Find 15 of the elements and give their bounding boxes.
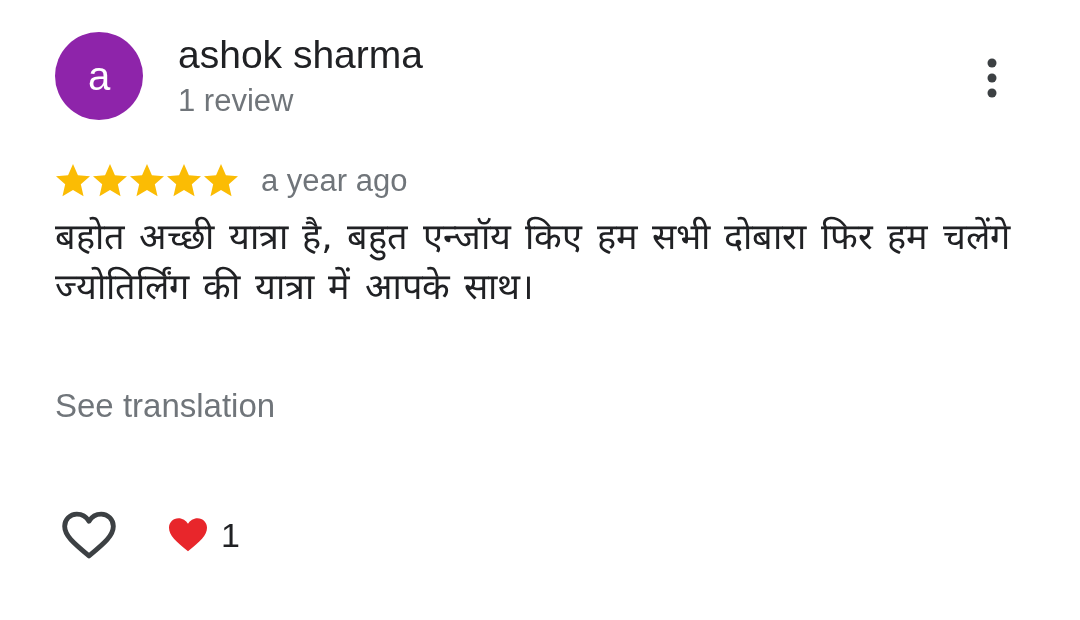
reviewer-name: ashok sharma: [178, 32, 423, 78]
star-icon: [92, 164, 128, 198]
more-vertical-icon: [987, 58, 997, 98]
star-icon: [203, 164, 239, 198]
review-count: 1 review: [178, 82, 295, 120]
star-icon: [55, 164, 91, 198]
review-text: बहोत अच्छी यात्रा है, बहुत एन्जॉय किए हम सभी दोबारा फिर हम चलेंगे ज्योतिर्लिंग की यात्रा में आपके साथ।: [55, 215, 1012, 309]
star-icon: [166, 164, 202, 198]
heart-icon: [62, 511, 116, 559]
star-icon: [129, 164, 165, 198]
reaction-count: 1: [221, 515, 240, 555]
avatar[interactable]: a: [55, 32, 143, 120]
see-translation-link[interactable]: See translation: [55, 386, 276, 426]
review-time: a year ago: [261, 162, 408, 200]
like-button[interactable]: [61, 510, 117, 560]
